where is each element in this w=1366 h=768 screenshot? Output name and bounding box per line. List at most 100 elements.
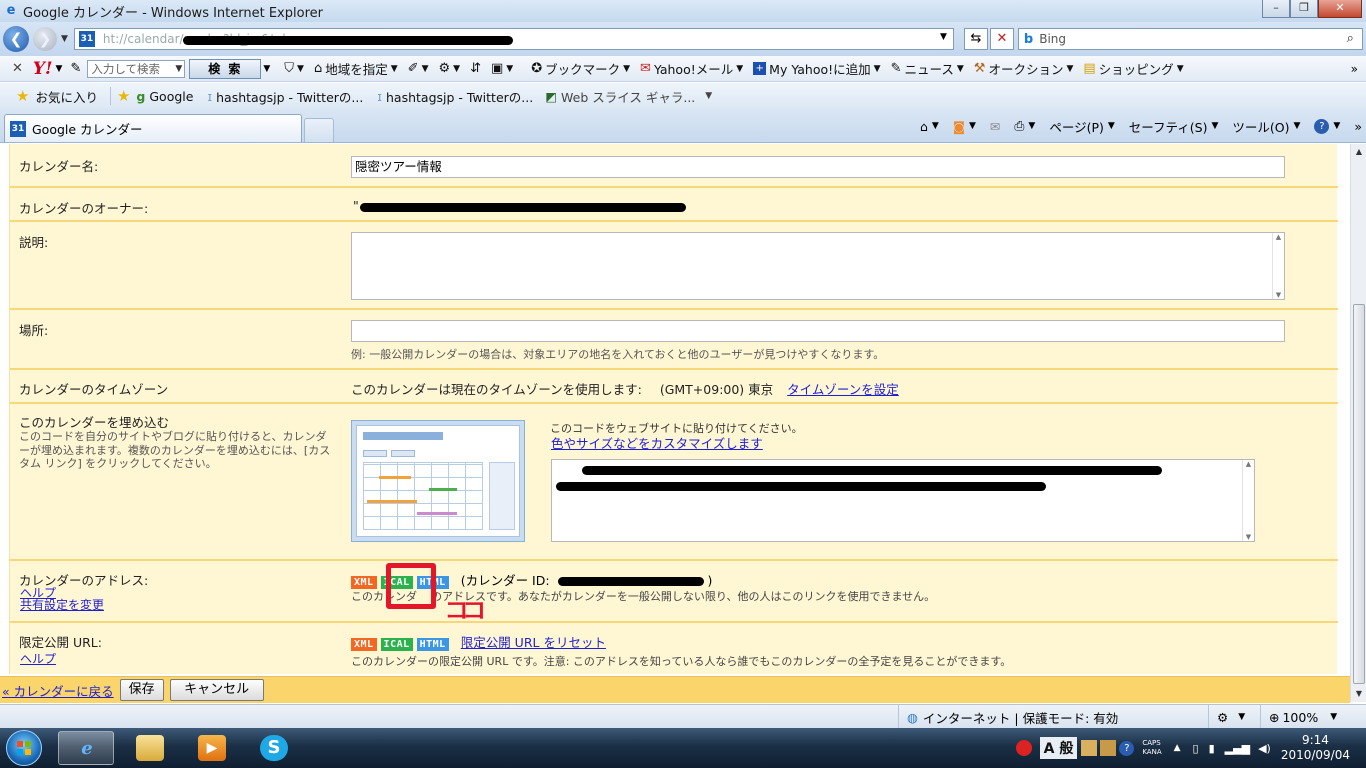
reset-private-url-link[interactable]: 限定公開 URL をリセット bbox=[461, 635, 606, 650]
favorite-link-google[interactable]: g Google bbox=[136, 89, 193, 104]
status-zone[interactable]: ◍ インターネット | 保護モード: 有効 bbox=[898, 705, 1208, 729]
page-menu-label: ページ(P) bbox=[1049, 119, 1104, 135]
highlighter-icon[interactable]: ✐ ▼ bbox=[408, 61, 429, 76]
status-security[interactable]: ⚙ ▼ bbox=[1208, 705, 1260, 729]
tools-menu[interactable]: ツール(O) ▼ bbox=[1232, 117, 1300, 136]
favorites-button[interactable]: お気に入り bbox=[35, 87, 98, 106]
private-xml-badge-button[interactable]: XML bbox=[351, 638, 377, 651]
tab-label: Google カレンダー bbox=[32, 122, 143, 137]
help-button[interactable]: ? ▼ bbox=[1314, 118, 1340, 134]
feeds-button[interactable]: ◙ ▼ bbox=[953, 119, 976, 134]
favorite-link-webslice[interactable]: ◩ Web スライス ギャラ... ▼ bbox=[545, 87, 712, 106]
page-scrollbar[interactable]: ▲ ▼ bbox=[1350, 144, 1366, 702]
back-to-calendar-link[interactable]: « カレンダーに戻る bbox=[2, 681, 114, 700]
taskbar-skype-button[interactable]: S bbox=[246, 731, 302, 765]
private-ical-badge-button[interactable]: ICAL bbox=[380, 638, 413, 651]
minimize-button[interactable]: – bbox=[1262, 0, 1290, 18]
yahoo-logo-icon[interactable]: Y! bbox=[33, 59, 53, 79]
chevron-down-icon[interactable]: ▼ bbox=[175, 61, 182, 77]
ie-icon: e bbox=[81, 738, 93, 759]
volume-icon[interactable]: ◀) bbox=[1258, 742, 1271, 755]
clip-icon[interactable]: ▣ ▼ bbox=[491, 61, 513, 76]
address-field[interactable]: 31 ht://calendar/render?bl_j.a&tab= ▼ bbox=[73, 28, 954, 50]
row-description: 説明: ▲ ▼ bbox=[10, 222, 1338, 310]
clock[interactable]: 9:14 2010/09/04 bbox=[1281, 733, 1350, 763]
favorite-link-hashtags-2[interactable]: ɪ hashtagsjp - Twitterの... bbox=[377, 87, 533, 106]
print-button[interactable]: ⎙ ▼ bbox=[1014, 118, 1035, 134]
translate-icon[interactable]: ⇵ bbox=[470, 61, 481, 76]
embed-code-textarea[interactable]: ▲ ▼ bbox=[551, 459, 1255, 542]
toolbar-item-auction[interactable]: ⚒ オークション ▼ bbox=[974, 59, 1074, 78]
cancel-button[interactable]: キャンセル bbox=[169, 679, 264, 701]
action-bar: « カレンダーに戻る 保存 キャンセル bbox=[0, 676, 1350, 703]
sharing-settings-link[interactable]: 共有設定を変更 bbox=[20, 599, 104, 612]
toolbar-item-region[interactable]: ⌂ 地域を指定 ▼ bbox=[314, 59, 398, 78]
save-button[interactable]: 保存 bbox=[119, 679, 164, 701]
toolbar-item-myyahoo[interactable]: + My Yahoo!に追加 ▼ bbox=[753, 59, 881, 78]
clock-time: 9:14 bbox=[1301, 733, 1329, 747]
toolbar-item-mail[interactable]: ✉ Yahoo!メール ▼ bbox=[640, 59, 743, 78]
back-button[interactable]: ❮ bbox=[3, 26, 29, 52]
taskbar-ie-button[interactable]: e bbox=[58, 731, 114, 765]
ime-dict-icon[interactable] bbox=[1100, 740, 1117, 756]
favorites-star-icon[interactable]: ★ bbox=[16, 87, 29, 105]
location-input[interactable] bbox=[351, 320, 1285, 342]
calendar-name-input[interactable]: 隠密ツアー情報 bbox=[351, 156, 1285, 178]
favorite-link-hashtags-1[interactable]: ɪ hashtagsjp - Twitterの... bbox=[207, 87, 363, 106]
chevron-down-icon[interactable]: ▼ bbox=[263, 64, 270, 74]
toolbar-overflow-icon[interactable]: » bbox=[1351, 62, 1358, 76]
address-dropdown-icon[interactable]: ▼ bbox=[940, 32, 947, 42]
safely-remove-icon[interactable]: ▯ bbox=[1193, 742, 1199, 755]
search-icon[interactable]: ⌕ bbox=[1347, 31, 1354, 46]
toolbar-item-news[interactable]: ✎ ニュース ▼ bbox=[891, 59, 964, 78]
add-favorite-icon[interactable]: ★ bbox=[117, 87, 130, 105]
show-hidden-icons[interactable]: ▲ bbox=[1174, 743, 1181, 753]
customize-embed-link[interactable]: 色やサイズなどをカスタマイズします bbox=[551, 433, 763, 452]
tray-app-icon[interactable] bbox=[1015, 740, 1032, 756]
mail-button[interactable]: ✉ bbox=[990, 119, 1000, 134]
safety-menu[interactable]: セーフティ(S) ▼ bbox=[1129, 117, 1219, 136]
private-help-link[interactable]: ヘルプ bbox=[20, 650, 56, 667]
maximize-button[interactable]: ❐ bbox=[1290, 0, 1318, 18]
start-button[interactable] bbox=[6, 730, 42, 766]
scroll-thumb[interactable] bbox=[1353, 304, 1365, 684]
tab-row: 31 Google カレンダー ⌂ ▼ ◙ ▼ ✉ ⎙ ▼ ページ(P) ▼ セーフティ… bbox=[0, 109, 1366, 143]
tab-google-calendar[interactable]: 31 Google カレンダー bbox=[4, 114, 302, 142]
refresh-button[interactable]: ⇆ bbox=[963, 28, 988, 50]
pencil-icon[interactable]: ✎ bbox=[70, 61, 81, 76]
description-textarea[interactable]: ▲ ▼ bbox=[351, 232, 1285, 300]
yahoo-menu-dropdown-icon[interactable]: ▼ bbox=[56, 64, 63, 74]
scroll-down-icon[interactable]: ▼ bbox=[1351, 686, 1366, 702]
toolbar-close-icon[interactable]: ✕ bbox=[12, 61, 23, 76]
network-icon[interactable]: ▂▄▆ bbox=[1225, 742, 1250, 755]
bing-search-input[interactable]: b Bing ⌕ bbox=[1017, 28, 1363, 50]
popup-blocker-icon[interactable]: ⚙ ▼ bbox=[438, 61, 460, 76]
new-tab-button[interactable] bbox=[304, 118, 334, 142]
ime-tool-icon[interactable] bbox=[1081, 740, 1098, 756]
scrollbar[interactable]: ▲ ▼ bbox=[1242, 460, 1254, 541]
shield-icon[interactable]: ⛉ ▼ bbox=[284, 61, 304, 76]
scrollbar[interactable]: ▲ ▼ bbox=[1272, 233, 1284, 299]
forward-button[interactable]: ❯ bbox=[33, 27, 57, 51]
ime-indicator[interactable]: A 般 bbox=[1039, 737, 1078, 759]
toolbar-overflow-icon[interactable]: » bbox=[1354, 119, 1362, 134]
scroll-up-icon[interactable]: ▲ bbox=[1351, 144, 1366, 160]
taskbar-explorer-button[interactable] bbox=[122, 731, 178, 765]
stop-button[interactable]: ✕ bbox=[989, 28, 1014, 50]
help-icon[interactable]: ? bbox=[1119, 740, 1135, 756]
home-button[interactable]: ⌂ ▼ bbox=[920, 119, 939, 134]
toolbar-item-shopping[interactable]: ▤ ショッピング ▼ bbox=[1083, 59, 1183, 78]
zoom-control[interactable]: ⊕ 100% ▼ bbox=[1260, 705, 1350, 729]
timezone-info: このカレンダーは現在のタイムゾーンを使用します: (GMT+09:00) 東京 … bbox=[351, 379, 899, 398]
history-dropdown-icon[interactable]: ▼ bbox=[61, 34, 68, 44]
close-button[interactable]: ✕ bbox=[1318, 0, 1362, 18]
page-menu[interactable]: ページ(P) ▼ bbox=[1049, 117, 1114, 136]
battery-icon[interactable]: ▮ bbox=[1209, 742, 1215, 755]
yahoo-search-button[interactable]: 検 索 bbox=[189, 58, 262, 79]
set-timezone-link[interactable]: タイムゾーンを設定 bbox=[787, 382, 899, 397]
taskbar-media-button[interactable]: ▶ bbox=[184, 731, 240, 765]
embed-label: このカレンダーを埋め込む bbox=[19, 415, 170, 430]
private-html-badge-button[interactable]: HTML bbox=[416, 638, 449, 651]
yahoo-search-input[interactable]: 入力して検索 ▼ bbox=[87, 59, 186, 78]
toolbar-item-bookmark[interactable]: ✪ ブックマーク ▼ bbox=[531, 59, 630, 78]
